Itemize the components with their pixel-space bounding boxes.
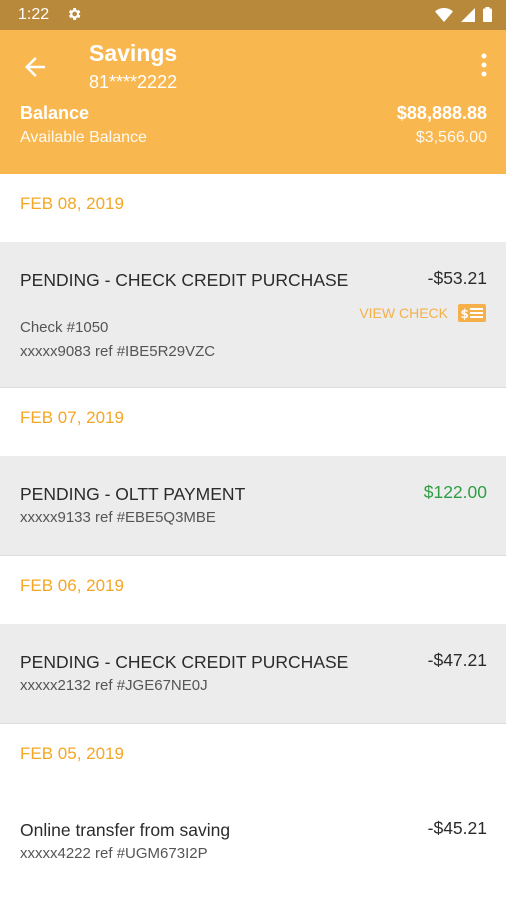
transaction-amount: -$45.21 (427, 818, 487, 838)
status-icons (435, 7, 492, 22)
back-arrow-icon[interactable] (20, 52, 50, 82)
check-number: Check #1050 (20, 319, 109, 336)
transaction-description: Online transfer from saving (20, 820, 231, 840)
transaction-ref: xxxxx2132 ref #JGE67NE0J (20, 677, 208, 694)
account-header: Savings 81****2222 Balance $88,888.88 Av… (0, 30, 506, 174)
transaction-ref: xxxxx4222 ref #UGM673I2P (20, 845, 208, 862)
transaction-amount: -$47.21 (427, 650, 487, 670)
transaction-ref: xxxxx9083 ref #IBE5R29VZC (20, 343, 216, 360)
available-balance-value: $3,566.00 (415, 129, 487, 146)
settings-gear-icon (68, 8, 81, 20)
transaction-amount: -$53.21 (427, 268, 487, 288)
svg-text:$: $ (461, 307, 469, 321)
battery-icon (483, 7, 492, 22)
transaction-row[interactable]: PENDING - OLTT PAYMENT xxxxx9133 ref #EB… (0, 456, 506, 556)
status-time: 1:22 (18, 6, 50, 23)
transaction-row[interactable]: PENDING - CHECK CREDIT PURCHASE Check #1… (0, 242, 506, 388)
transaction-description: PENDING - CHECK CREDIT PURCHASE (20, 652, 349, 672)
view-check-label: VIEW CHECK (359, 305, 448, 321)
account-number: 81****2222 (89, 72, 178, 92)
date-header: FEB 05, 2019 (0, 724, 506, 792)
transaction-description: PENDING - OLTT PAYMENT (20, 484, 246, 504)
available-balance-label: Available Balance (20, 129, 147, 146)
balance-value: $88,888.88 (396, 103, 487, 123)
balance-label: Balance (20, 103, 90, 123)
date-header: FEB 08, 2019 (0, 174, 506, 242)
status-bar: 1:22 (0, 0, 506, 30)
wifi-icon (435, 7, 453, 22)
page-title: Savings (89, 40, 178, 66)
transaction-ref: xxxxx9133 ref #EBE5Q3MBE (20, 509, 216, 526)
more-options-icon[interactable] (478, 52, 490, 78)
transaction-amount: $122.00 (423, 482, 487, 502)
date-header: FEB 07, 2019 (0, 388, 506, 456)
transaction-row[interactable]: Online transfer from saving xxxxx4222 re… (0, 792, 506, 892)
view-check-button[interactable]: VIEW CHECK $ (359, 304, 486, 322)
signal-icon (461, 7, 475, 22)
transaction-row[interactable]: PENDING - CHECK CREDIT PURCHASE xxxxx213… (0, 624, 506, 724)
check-image-icon: $ (458, 304, 486, 322)
transaction-list: FEB 08, 2019 PENDING - CHECK CREDIT PURC… (0, 174, 506, 892)
transaction-description: PENDING - CHECK CREDIT PURCHASE (20, 270, 349, 290)
date-header: FEB 06, 2019 (0, 556, 506, 624)
